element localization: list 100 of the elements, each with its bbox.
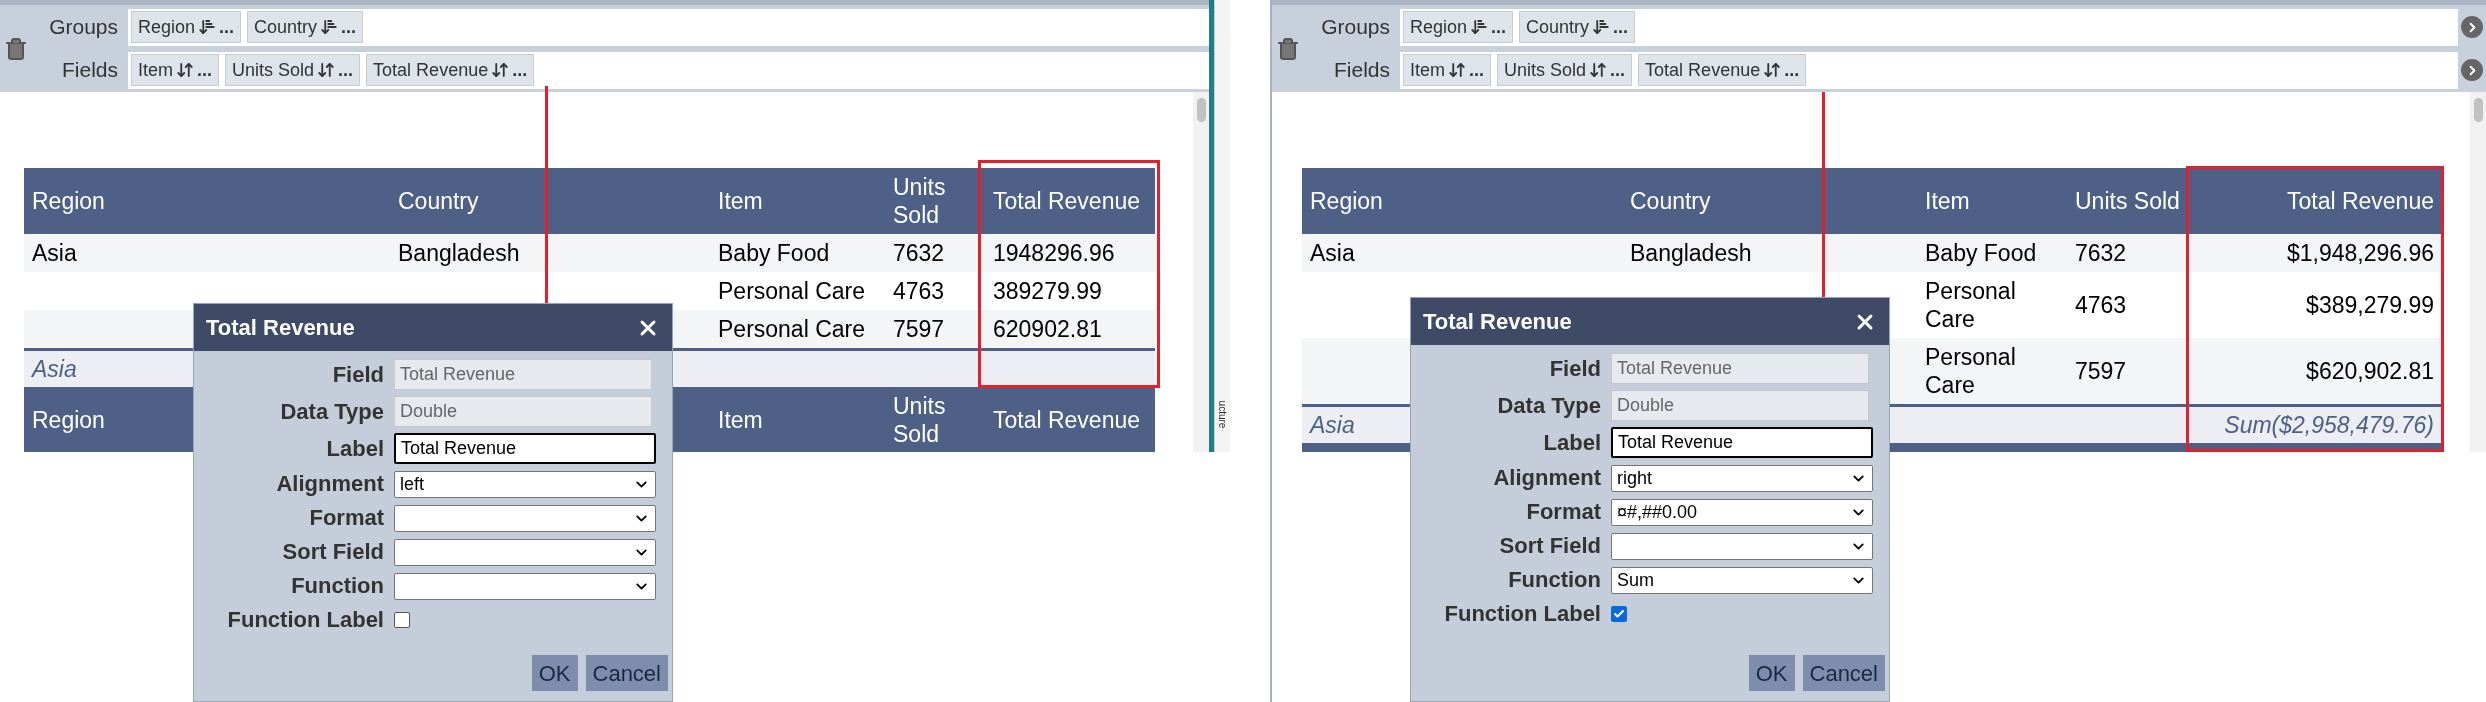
field-label: Data Type (279, 397, 384, 426)
field-label: Label (1542, 428, 1601, 457)
label-input[interactable]: Total Revenue (1611, 427, 1873, 458)
label-input[interactable]: Total Revenue (394, 433, 656, 464)
chip-label: Total Revenue (1645, 58, 1761, 82)
checkbox[interactable] (1611, 606, 1627, 622)
field-label: Function (290, 572, 384, 600)
scroll-right-button[interactable] (2461, 16, 2483, 38)
drop-zone[interactable]: Item ... Units Sold ... Total Revenue ... (128, 51, 1209, 89)
drop-zone[interactable]: Region ... Country ... (128, 8, 1209, 46)
column-header: Country (397, 187, 480, 215)
dialog-button[interactable]: Cancel (585, 655, 668, 691)
field-label: Sort Field (281, 538, 384, 566)
menu-button[interactable]: ... (1610, 56, 1626, 84)
menu-button[interactable]: ... (341, 13, 357, 41)
table-cell: Bangladesh (398, 239, 520, 267)
select-field[interactable]: right (1611, 464, 1873, 492)
checkbox[interactable] (394, 612, 410, 628)
select-field[interactable] (394, 572, 656, 600)
sort-icon[interactable] (1592, 18, 1611, 36)
menu-button[interactable]: ... (1491, 13, 1507, 41)
sort-icon[interactable] (1589, 61, 1608, 79)
field-chip[interactable]: Units Sold ... (225, 54, 361, 86)
chip-label: Units Sold (232, 58, 315, 82)
field-chip[interactable]: Item ... (131, 54, 220, 86)
scroll-right-button[interactable] (2461, 59, 2483, 81)
field-chip[interactable]: Region ... (131, 11, 242, 43)
select-field[interactable] (1611, 532, 1873, 560)
select-field[interactable]: Sum (1611, 566, 1873, 594)
sort-icon[interactable] (198, 18, 217, 36)
field-label: Alignment (1492, 464, 1601, 492)
row-label: Groups (1320, 14, 1391, 41)
sort-icon[interactable] (1763, 61, 1782, 79)
column-header: Total Revenue (2285, 187, 2435, 215)
column-header: Region (32, 407, 105, 433)
column-header: Total Revenue (993, 407, 1141, 433)
side-tab-label[interactable]: ucture (1215, 400, 1230, 429)
sort-icon[interactable] (176, 61, 194, 79)
table-cell: 4763 (2075, 291, 2127, 319)
table-cell: 7597 (2075, 357, 2127, 385)
chip-label: Region (1410, 15, 1468, 39)
field-chip[interactable]: Item ... (1403, 54, 1492, 86)
select-field[interactable] (394, 504, 656, 532)
menu-button[interactable]: ... (1469, 56, 1485, 84)
table-cell: 7632 (893, 239, 945, 267)
trash-icon[interactable] (1276, 36, 1300, 61)
field-label: Field (331, 360, 384, 389)
table-cell: 620902.81 (993, 315, 1102, 343)
dialog-button[interactable]: OK (531, 655, 578, 691)
field-label: Format (1525, 498, 1601, 526)
sort-icon[interactable] (1448, 61, 1466, 79)
table-cell-text: Personal Care (1925, 343, 2017, 399)
scrollbar[interactable] (1193, 92, 1209, 452)
row-label: Groups (48, 14, 119, 41)
select-field[interactable] (394, 538, 656, 566)
sort-icon[interactable] (1470, 18, 1489, 36)
dialog-button[interactable]: Cancel (1802, 655, 1885, 691)
field-chip[interactable]: Country ... (247, 11, 364, 43)
select-field[interactable]: ¤#,##0.00 (1611, 498, 1873, 526)
readonly-field: Total Revenue (394, 359, 652, 390)
chip-label: Item (1410, 58, 1445, 82)
drop-zone[interactable]: Item ... Units Sold ... Total Revenue ... (1400, 51, 2458, 89)
menu-button[interactable]: ... (338, 56, 354, 84)
group-label: Asia (32, 355, 77, 383)
table-cell: 389279.99 (993, 277, 1102, 305)
select-field[interactable]: left (394, 470, 656, 498)
menu-button[interactable]: ... (197, 56, 213, 84)
sort-icon[interactable] (491, 61, 510, 79)
row-label: Fields (1332, 57, 1391, 84)
menu-button[interactable]: ... (512, 56, 528, 84)
field-label: Data Type (1496, 391, 1601, 420)
drop-zone[interactable]: Region ... Country ... (1400, 8, 2458, 46)
chip-label: Country (1526, 15, 1590, 39)
menu-button[interactable]: ... (219, 13, 235, 41)
menu-button[interactable]: ... (1784, 56, 1800, 84)
field-chip[interactable]: Country ... (1519, 11, 1636, 43)
field-label: Format (308, 504, 384, 532)
field-chip[interactable]: Region ... (1403, 11, 1514, 43)
table-cell: $1,948,296.96 (2286, 239, 2434, 267)
menu-button[interactable]: ... (1613, 13, 1629, 41)
sort-icon[interactable] (317, 61, 336, 79)
field-label: Alignment (275, 470, 384, 498)
table-cell: Baby Food (718, 239, 830, 267)
table-cell: 7597 (893, 315, 945, 343)
sort-icon[interactable] (320, 18, 339, 36)
check-icon (1613, 608, 1625, 620)
column-header: Country (1629, 187, 1712, 215)
table-cell: $620,902.81 (2306, 357, 2434, 385)
field-chip[interactable]: Total Revenue ... (1638, 54, 1807, 86)
trash-icon[interactable] (4, 36, 28, 61)
column-header: Item (718, 407, 763, 433)
dialog-title: Total Revenue (1423, 308, 1572, 336)
field-chip[interactable]: Units Sold ... (1497, 54, 1633, 86)
scrollbar[interactable] (2470, 92, 2486, 452)
field-chip[interactable]: Total Revenue ... (366, 54, 535, 86)
column-header: Item (717, 187, 764, 215)
column-header: Units Sold (892, 173, 947, 229)
column-header: Units Sold (2074, 187, 2181, 215)
field-label: Function Label (226, 606, 384, 634)
dialog-button[interactable]: OK (1748, 655, 1795, 691)
